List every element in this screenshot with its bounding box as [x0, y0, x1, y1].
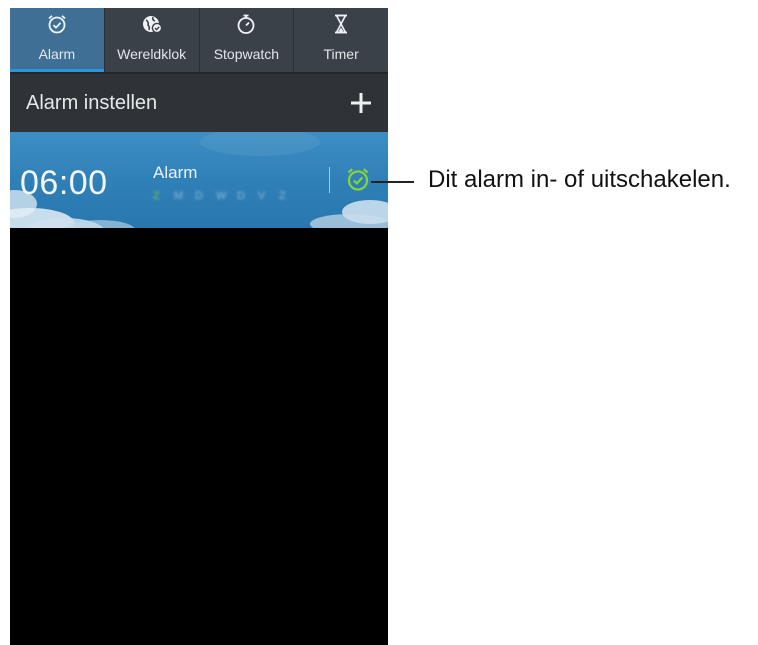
- phone-screen: Alarm Wereldklok Stopwatch Timer Alarm i…: [10, 8, 388, 645]
- day-label: V: [258, 190, 266, 202]
- tab-label: Timer: [323, 46, 359, 62]
- set-alarm-label: Alarm instellen: [26, 91, 158, 114]
- alarm-list-item[interactable]: 06:00 Alarm Z M D W D V Z: [10, 132, 388, 228]
- divider: [329, 167, 330, 193]
- plus-icon[interactable]: [349, 91, 373, 115]
- callout-line: [371, 181, 414, 183]
- hourglass-icon: [335, 14, 348, 34]
- set-alarm-row[interactable]: Alarm instellen: [10, 72, 388, 132]
- tab-label: Alarm: [38, 46, 76, 62]
- tab-bar: Alarm Wereldklok Stopwatch Timer: [10, 8, 388, 72]
- day-label: W: [216, 190, 227, 202]
- tab-timer[interactable]: Timer: [294, 8, 388, 72]
- alarm-name: Alarm: [153, 163, 198, 182]
- day-label: Z: [153, 190, 160, 202]
- day-label: Z: [279, 190, 286, 202]
- tab-label: Wereldklok: [117, 46, 187, 62]
- alarm-time: 06:00: [20, 164, 108, 202]
- globe-clock-icon: [142, 16, 162, 34]
- alarm-toggle-icon[interactable]: [344, 165, 372, 193]
- stopwatch-icon: [237, 14, 255, 34]
- day-label: D: [195, 190, 203, 202]
- callout-text: Dit alarm in- of uitschakelen.: [428, 166, 731, 193]
- tab-alarm[interactable]: Alarm: [10, 8, 105, 72]
- alarm-clock-icon: [48, 15, 66, 34]
- tab-stopwatch[interactable]: Stopwatch: [200, 8, 295, 72]
- tab-label: Stopwatch: [213, 46, 280, 62]
- tab-wereldklok[interactable]: Wereldklok: [105, 8, 200, 72]
- day-label: M: [174, 190, 184, 202]
- day-label: D: [237, 190, 245, 202]
